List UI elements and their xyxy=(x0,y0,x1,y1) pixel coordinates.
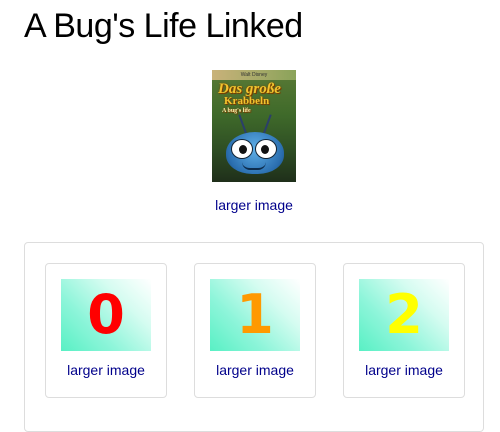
thumbnail-image-2[interactable]: 2 xyxy=(359,279,449,351)
larger-image-link-0[interactable]: larger image xyxy=(46,360,166,380)
gallery-card: 1 larger image xyxy=(194,263,316,398)
bug-eye-left xyxy=(232,140,252,158)
bug-eye-right xyxy=(256,140,276,158)
poster-title: Das große Krabbeln A bug's life xyxy=(218,81,294,115)
poster-studio-banner: Walt Disney xyxy=(212,70,296,80)
poster-title-line3: A bug's life xyxy=(222,108,251,114)
poster-title-line1: Das große xyxy=(218,81,281,97)
main-figure: Walt Disney Das große Krabbeln A bug's l… xyxy=(0,70,500,215)
larger-image-link-1[interactable]: larger image xyxy=(195,360,315,380)
larger-image-link-2[interactable]: larger image xyxy=(344,360,464,380)
thumbnail-digit: 0 xyxy=(87,283,125,346)
thumbnail-digit: 1 xyxy=(236,283,274,346)
thumbnail-digit: 2 xyxy=(385,283,423,346)
movie-poster-image[interactable]: Walt Disney Das große Krabbeln A bug's l… xyxy=(212,70,296,182)
main-larger-image-link[interactable]: larger image xyxy=(0,195,500,215)
thumbnail-image-1[interactable]: 1 xyxy=(210,279,300,351)
gallery-card: 0 larger image xyxy=(45,263,167,398)
thumbnail-image-0[interactable]: 0 xyxy=(61,279,151,351)
poster-title-line2: Krabbeln xyxy=(224,95,270,107)
main-poster-link[interactable]: Walt Disney Das große Krabbeln A bug's l… xyxy=(212,70,296,187)
thumbnail-gallery: 0 larger image 1 larger image 2 larger i… xyxy=(24,242,484,432)
gallery-card: 2 larger image xyxy=(343,263,465,398)
page-title: A Bug's Life Linked xyxy=(24,7,303,45)
